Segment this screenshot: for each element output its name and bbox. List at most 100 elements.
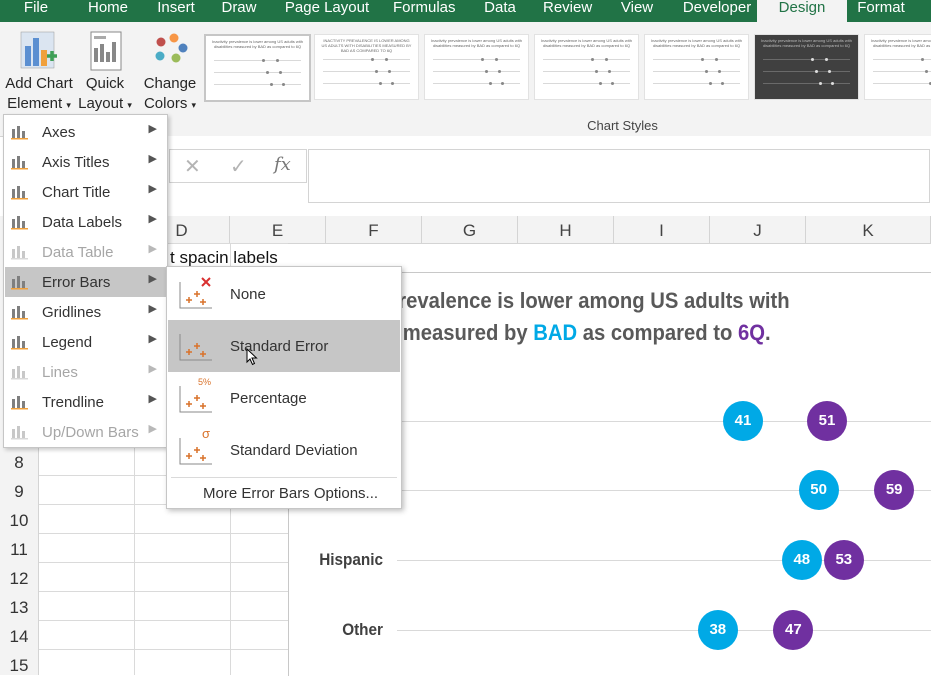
tab-data[interactable]: Data: [483, 0, 517, 22]
formula-bar: ✕ ✓ fx: [165, 136, 931, 210]
thumbnail-point: [266, 71, 269, 74]
data-point-bad[interactable]: 41: [723, 401, 763, 441]
menu-item-label: Up/Down Bars: [42, 424, 139, 441]
tab-file[interactable]: File: [22, 0, 50, 22]
submenu-item-standard-deviation[interactable]: σ Standard Deviation: [168, 424, 400, 476]
add-chart-element-button[interactable]: Add Chart Element ▾: [2, 28, 76, 115]
menu-item-trendline[interactable]: Trendline ▶: [5, 387, 166, 417]
thumbnail-gridline: [763, 83, 850, 84]
column-header-h[interactable]: H: [518, 216, 614, 243]
more-error-bars-options[interactable]: More Error Bars Options...: [203, 485, 378, 502]
change-colors-label-1: Change: [143, 75, 197, 92]
quick-layout-button[interactable]: Quick Layout ▾: [76, 28, 134, 115]
submenu-divider: [171, 477, 397, 478]
row-gridline: [38, 649, 288, 650]
menu-item-lines: Lines ▶: [5, 357, 166, 387]
data-point-bad[interactable]: 48: [781, 540, 822, 580]
column-header-f[interactable]: F: [326, 216, 422, 243]
tab-draw[interactable]: Draw: [221, 0, 257, 22]
row-header-11[interactable]: 11: [0, 540, 38, 560]
tab-formulas[interactable]: Formulas: [393, 0, 456, 22]
cancel-icon[interactable]: ✕: [184, 154, 201, 179]
submenu-item-label: Standard Error: [230, 338, 329, 355]
gridlines-icon: [11, 303, 28, 320]
chart-title-line-1[interactable]: y prevalence is lower among US adults wi…: [369, 288, 790, 314]
quick-layout-icon: [85, 28, 125, 72]
data-point-bad[interactable]: 38: [697, 610, 738, 650]
chevron-right-icon: ▶: [148, 393, 157, 405]
data-point-6q[interactable]: 51: [807, 401, 847, 441]
chart-style-thumbnail[interactable]: Inactivity prevalence is lower among US …: [204, 34, 311, 102]
column-header-j[interactable]: J: [710, 216, 806, 243]
menu-item-gridlines[interactable]: Gridlines ▶: [5, 297, 166, 327]
submenu-item-percentage[interactable]: 5% Percentage: [168, 372, 400, 424]
menu-item-axis-titles[interactable]: Axis Titles ▶: [5, 147, 166, 177]
add-chart-element-menu: Axes ▶ Axis Titles ▶ Chart Title ▶ Data Labels…: [3, 114, 168, 448]
tab-view[interactable]: View: [620, 0, 654, 22]
data-point-6q[interactable]: 53: [823, 540, 864, 580]
menu-item-label: Axes: [42, 124, 76, 141]
data-point-bad[interactable]: 50: [798, 470, 839, 510]
column-header-k[interactable]: K: [806, 216, 931, 243]
tab-home[interactable]: Home: [86, 0, 130, 22]
dropdown-arrow-icon: ▾: [66, 100, 71, 110]
row-header-10[interactable]: 10: [0, 511, 38, 531]
menu-item-legend[interactable]: Legend ▶: [5, 327, 166, 357]
tab-page-layout[interactable]: Page Layout: [284, 0, 370, 22]
thumbnail-gridline: [873, 71, 931, 72]
chart-style-thumbnail[interactable]: Inactivity prevalence is lower among US …: [644, 34, 749, 100]
chart-style-thumbnail[interactable]: Inactivity prevalence is lower among US …: [534, 34, 639, 100]
tab-design[interactable]: Design: [757, 0, 847, 22]
error-bars-icon: [11, 273, 28, 290]
row-gridline: [38, 591, 288, 592]
chart-title-line-2[interactable]: ies measured by BAD as compared to 6Q.: [369, 320, 771, 346]
chevron-right-icon: ▶: [148, 123, 157, 135]
error-bars-submenu: None Standard Error 5% Percentage σ Standard …: [166, 266, 402, 509]
axes-icon: [11, 123, 28, 140]
menu-item-axes[interactable]: Axes ▶: [5, 117, 166, 147]
menu-item-data-labels[interactable]: Data Labels ▶: [5, 207, 166, 237]
row-header-9[interactable]: 9: [0, 482, 38, 502]
chart-title-text: y prevalence is lower among US adults wi…: [369, 288, 790, 313]
category-label: Other: [342, 620, 383, 639]
row-header-12[interactable]: 12: [0, 569, 38, 589]
chart-style-thumbnail[interactable]: Inactivity prevalence is lower among US …: [864, 34, 931, 100]
submenu-item-standard-error[interactable]: Standard Error: [168, 320, 400, 372]
chart-title-text: .: [764, 320, 771, 345]
change-colors-label-2: Colors: [143, 95, 188, 112]
menu-item-data-table: Data Table ▶: [5, 237, 166, 267]
trendline-icon: [11, 393, 28, 410]
tab-review[interactable]: Review: [543, 0, 592, 22]
chart-style-thumbnail[interactable]: INACTIVITY PREVALENCE IS LOWER AMONG US …: [314, 34, 419, 100]
thumbnail-point: [718, 70, 721, 73]
tab-developer[interactable]: Developer: [681, 0, 753, 22]
thumbnail-point: [611, 82, 614, 85]
menu-item-label: Error Bars: [42, 274, 111, 291]
standard-error-icon: [178, 328, 214, 362]
data-point-6q[interactable]: 59: [874, 470, 915, 510]
tab-insert[interactable]: Insert: [156, 0, 196, 22]
row-header-14[interactable]: 14: [0, 627, 38, 647]
formula-input[interactable]: [308, 149, 930, 203]
chart-style-thumbnail[interactable]: Inactivity prevalence is lower among US …: [424, 34, 529, 100]
fx-icon[interactable]: fx: [274, 154, 291, 175]
menu-item-error-bars[interactable]: Error Bars ▶: [5, 267, 166, 297]
column-header-e[interactable]: E: [230, 216, 326, 243]
legend-icon: [11, 333, 28, 350]
row-header-15[interactable]: 15: [0, 656, 38, 676]
thumbnail-title: Inactivity prevalence is lower among US …: [651, 38, 742, 48]
chart-styles-group-label: Chart Styles: [587, 118, 658, 133]
data-point-6q[interactable]: 47: [773, 610, 814, 650]
column-header-g[interactable]: G: [422, 216, 518, 243]
enter-icon[interactable]: ✓: [230, 154, 247, 179]
column-header-i[interactable]: I: [614, 216, 710, 243]
row-header-8[interactable]: 8: [0, 453, 38, 473]
submenu-item-none[interactable]: None: [168, 268, 400, 320]
data-table-icon: [11, 243, 28, 260]
no-error-bars-icon: [178, 276, 214, 310]
tab-format[interactable]: Format: [855, 0, 907, 22]
row-header-13[interactable]: 13: [0, 598, 38, 618]
change-colors-button[interactable]: Change Colors ▾: [140, 28, 200, 115]
menu-item-chart-title[interactable]: Chart Title ▶: [5, 177, 166, 207]
chart-style-thumbnail[interactable]: Inactivity prevalence is lower among US …: [754, 34, 859, 100]
